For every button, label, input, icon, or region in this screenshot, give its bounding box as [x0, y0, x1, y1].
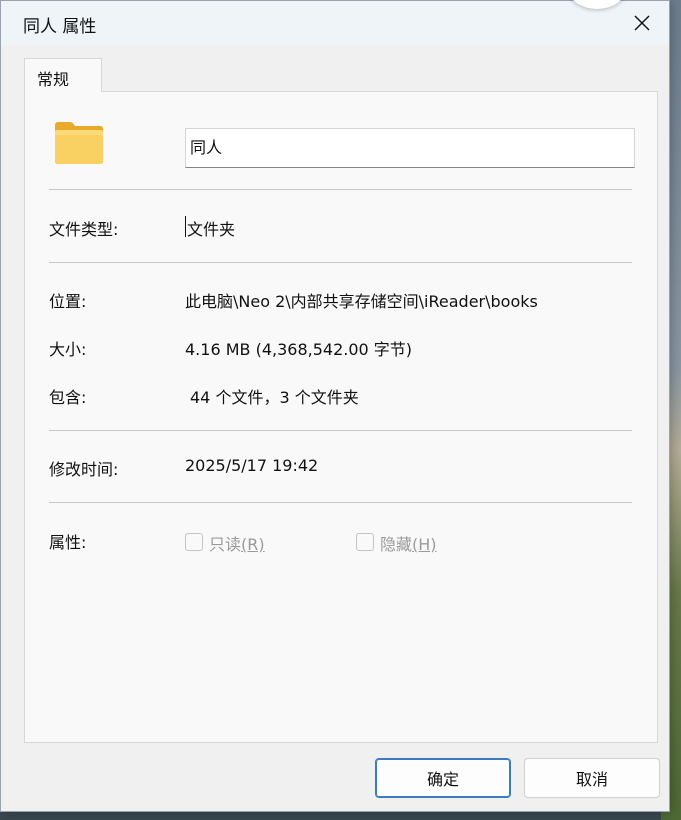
modified-label: 修改时间:	[49, 460, 119, 479]
location-label: 位置:	[49, 292, 87, 311]
window-title: 同人 属性	[23, 17, 97, 37]
hidden-hotkey: (H)	[412, 535, 437, 554]
location-value: 此电脑\Neo 2\内部共享存储空间\iReader\books	[185, 292, 538, 311]
readonly-hotkey: (R)	[241, 535, 265, 554]
divider	[49, 189, 632, 190]
hidden-checkbox-label[interactable]: 隐藏(H)	[380, 531, 437, 555]
hidden-checkbox[interactable]	[356, 533, 374, 551]
divider	[49, 502, 632, 503]
size-label: 大小:	[49, 340, 87, 359]
attributes-label: 属性:	[49, 533, 87, 552]
divider	[49, 262, 632, 263]
divider	[49, 430, 632, 431]
close-button[interactable]	[619, 3, 665, 43]
readonly-checkbox[interactable]	[185, 533, 203, 551]
cancel-button[interactable]: 取消	[524, 758, 660, 798]
readonly-checkbox-label[interactable]: 只读(R)	[209, 531, 265, 555]
modified-value: 2025/5/17 19:42	[185, 456, 319, 475]
folder-icon	[55, 122, 103, 164]
tab-general[interactable]: 常规	[24, 58, 102, 92]
contains-value: 44 个文件，3 个文件夹	[190, 388, 359, 407]
type-value: 文件夹	[187, 220, 236, 239]
folder-name-input[interactable]	[185, 128, 635, 168]
contains-label: 包含:	[49, 388, 87, 407]
readonly-label-text: 只读	[209, 535, 242, 554]
title-bar: 同人 属性	[1, 1, 669, 45]
properties-dialog: 同人 属性 常规 文件类型: 文件夹 位置: 此电脑\Neo 2\内部共享存储空…	[0, 0, 670, 812]
type-label: 文件类型:	[49, 220, 119, 239]
size-value: 4.16 MB (4,368,542.00 字节)	[185, 340, 413, 359]
ok-button[interactable]: 确定	[375, 758, 511, 798]
text-caret	[185, 216, 186, 237]
hidden-label-text: 隐藏	[380, 535, 413, 554]
close-icon	[634, 15, 650, 31]
